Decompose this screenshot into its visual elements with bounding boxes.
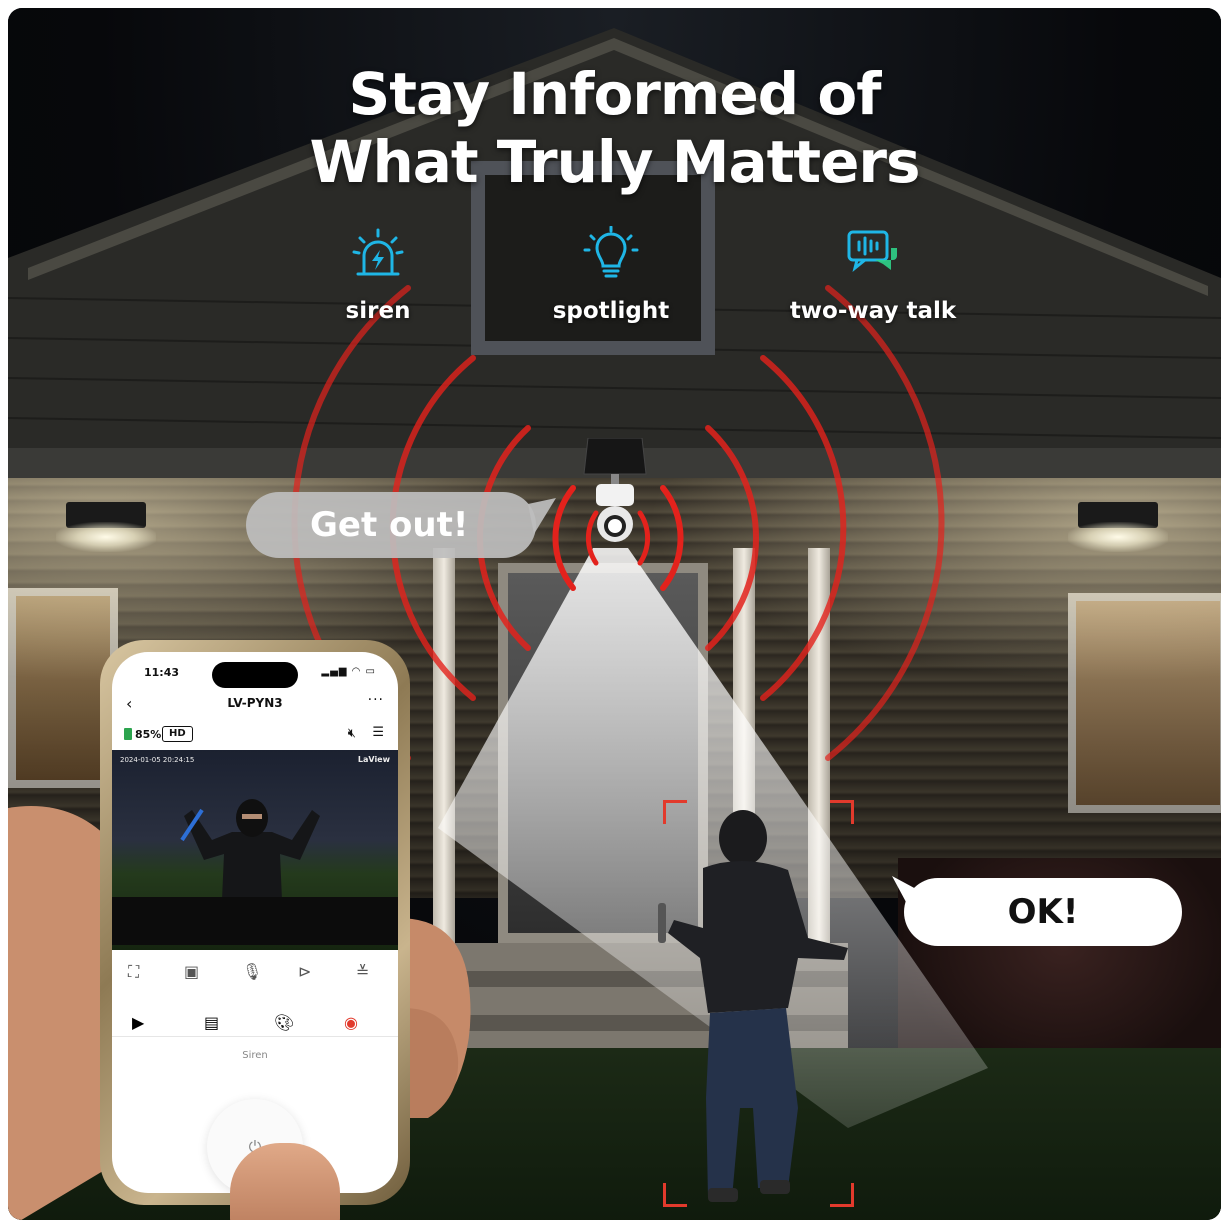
detection-bracket-tr: [830, 800, 854, 824]
list-icon[interactable]: ☰: [372, 725, 384, 740]
playback-icon[interactable]: ▶: [132, 1013, 144, 1032]
chat-bubble-icon: [847, 230, 897, 272]
battery-level: 85%: [135, 728, 162, 741]
laview-watermark: LaView: [357, 755, 390, 764]
record-icon[interactable]: ⊳: [298, 962, 311, 981]
more-icon[interactable]: ···: [368, 692, 384, 708]
signal-wifi-battery-icon: ▂▄▆ ◠ ▭: [321, 666, 376, 677]
stream-controls: ⛶ ▣ 🎙︎ ⊳ ≚: [112, 952, 398, 992]
detection-bracket-tl: [663, 800, 687, 824]
intruder-speech-bubble: OK!: [904, 878, 1182, 946]
headline-line-2: What Truly Matters: [309, 128, 920, 196]
mute-icon[interactable]: 🔇︎: [348, 726, 356, 741]
speech-bubble-tail: [892, 876, 918, 902]
divider: [112, 1036, 398, 1037]
smartphone: 11:43 ▂▄▆ ◠ ▭ ‹ LV-PYN3 ··· 85% HD 🔇︎ ☰ …: [100, 640, 410, 1205]
headline: Stay Informed of What Truly Matters: [8, 60, 1221, 196]
intruder-figure: [658, 810, 848, 1202]
intruder-on-feed: [180, 799, 320, 900]
promo-frame: Stay Informed of What Truly Matters sire…: [8, 8, 1221, 1220]
camera-speech-bubble: Get out!: [246, 492, 536, 558]
video-letterbox: [112, 897, 398, 945]
fullscreen-icon[interactable]: ⛶: [128, 962, 139, 982]
status-bar: 11:43 ▂▄▆ ◠ ▭: [112, 666, 398, 684]
gallery-icon[interactable]: ▤: [204, 1013, 219, 1032]
feature-spotlight: spotlight: [511, 226, 711, 324]
headline-line-1: Stay Informed of: [348, 60, 882, 128]
detection-bracket-br: [830, 1183, 854, 1207]
siren-icon: [352, 228, 404, 276]
app-screen: 11:43 ▂▄▆ ◠ ▭ ‹ LV-PYN3 ··· 85% HD 🔇︎ ☰ …: [112, 652, 398, 1193]
lightbulb-icon: [583, 226, 639, 278]
feature-two-way-talk: two-way talk: [773, 226, 973, 324]
video-timestamp: 2024-01-05 20:24:15: [120, 756, 195, 764]
battery-icon: [124, 728, 132, 740]
speech-bubble-tail: [528, 498, 556, 534]
solar-security-camera: [583, 438, 647, 542]
microphone-icon[interactable]: 🎙︎: [242, 962, 262, 981]
app-navbar: ‹ LV-PYN3 ···: [112, 692, 398, 720]
feature-tabs: ▶ ▤ 🎨︎ ◉: [112, 1007, 398, 1037]
device-title: LV-PYN3: [227, 696, 283, 710]
status-time: 11:43: [144, 666, 180, 679]
feature-label: spotlight: [552, 298, 670, 324]
hd-toggle[interactable]: HD: [162, 726, 193, 742]
stream-info-bar: 85% HD 🔇︎ ☰: [112, 722, 398, 748]
siren-tab-icon[interactable]: ◉: [344, 1013, 358, 1032]
snapshot-icon[interactable]: ▣: [184, 962, 199, 981]
siren-label: Siren: [242, 1050, 268, 1061]
collapse-icon[interactable]: ≚: [356, 962, 369, 981]
feature-siren: siren: [278, 226, 478, 324]
feature-label: siren: [345, 298, 411, 324]
feature-label: two-way talk: [789, 298, 957, 324]
palette-icon[interactable]: 🎨︎: [274, 1013, 294, 1032]
feature-row: siren spotlight two-way talk: [8, 226, 1221, 336]
battery-indicator: 85%: [124, 728, 161, 741]
detection-bracket-bl: [663, 1183, 687, 1207]
